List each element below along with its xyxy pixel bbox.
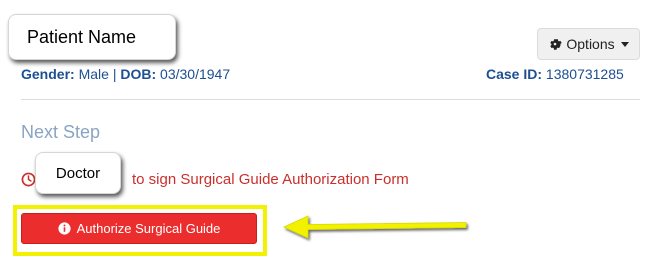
- options-dropdown-button[interactable]: Options: [537, 28, 640, 60]
- patient-name-callout: Patient Name: [8, 14, 176, 60]
- gender-value: Male: [78, 66, 109, 82]
- authorize-label: Authorize Surgical Guide: [76, 221, 221, 236]
- clock-icon: [21, 172, 36, 187]
- gear-icon: [550, 39, 563, 50]
- next-step-heading: Next Step: [21, 122, 101, 142]
- doctor-callout: Doctor: [35, 152, 121, 194]
- authorize-surgical-guide-button[interactable]: Authorize Surgical Guide: [21, 213, 257, 244]
- doctor-label: Doctor: [55, 164, 101, 182]
- case-id: Case ID: 1380731285: [486, 66, 624, 82]
- caret-down-icon: [620, 41, 629, 47]
- patient-name: Patient Name: [27, 26, 137, 47]
- dob-label: DOB:: [120, 66, 157, 82]
- gender-label: Gender:: [21, 66, 75, 82]
- dob-value: 03/30/1947: [160, 66, 231, 82]
- patient-demographics: Gender: Male | DOB: 03/30/1947: [21, 66, 230, 82]
- header-divider: [21, 99, 640, 100]
- case-id-label: Case ID:: [486, 66, 543, 82]
- demographics-separator: |: [112, 66, 117, 82]
- next-step-task-text: to sign Surgical Guide Authorization For…: [132, 171, 409, 188]
- case-id-value: 1380731285: [545, 66, 624, 82]
- options-label: Options: [566, 36, 615, 52]
- pointer-arrow-icon: [283, 215, 467, 239]
- info-icon: [58, 222, 71, 235]
